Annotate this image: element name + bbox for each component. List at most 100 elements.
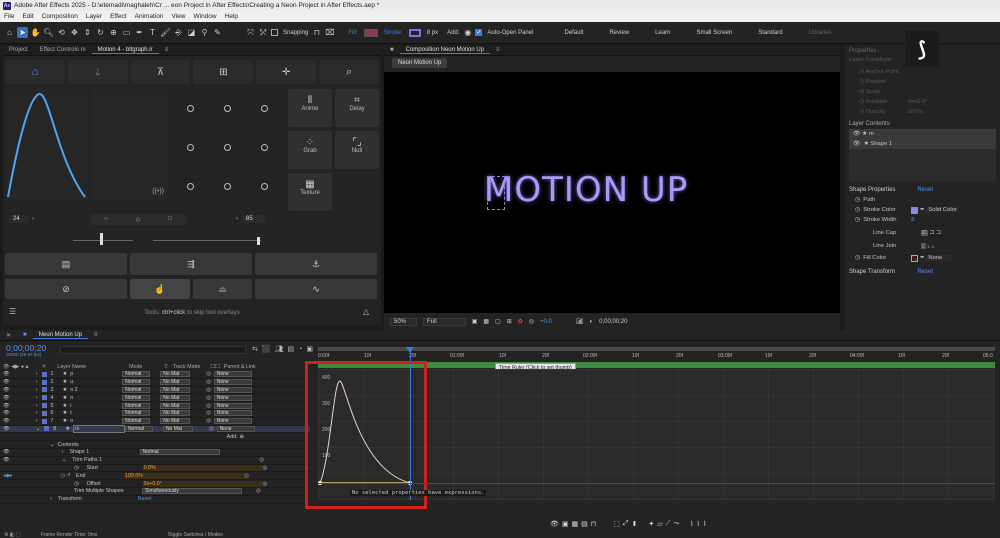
type-tool-icon[interactable]: T	[147, 27, 158, 38]
collapse-arrow-icon[interactable]: ⌄	[50, 442, 54, 448]
graph-editor[interactable]: 400 300 200 100 No selected properties h…	[305, 347, 995, 509]
label-color[interactable]	[41, 395, 47, 401]
layer-parent[interactable]: None	[213, 418, 252, 425]
contents-item[interactable]: 👁︎ ★ m	[849, 129, 996, 139]
eye-choose-icon[interactable]: 👁︎	[550, 520, 559, 528]
menu-help[interactable]: Help	[225, 13, 238, 20]
circle-icon[interactable]: ○	[104, 216, 108, 222]
pan-behind-icon[interactable]: ⊕	[108, 27, 119, 38]
contents-row[interactable]: ⌄ Contents	[0, 441, 310, 449]
ease-in-icon[interactable]: ⌇	[697, 520, 700, 528]
color-management-icon[interactable]: ✿	[518, 318, 523, 325]
layer-name[interactable]: n	[70, 395, 122, 401]
square-icon[interactable]: □	[168, 216, 172, 222]
layer-matte[interactable]: No Mat	[160, 394, 191, 401]
round-join-icon[interactable]: ⌞	[927, 243, 930, 249]
stopwatch-icon[interactable]: ◷	[855, 207, 860, 213]
stopwatch-icon[interactable]: ◷	[855, 197, 860, 203]
layer-parent[interactable]: None	[213, 394, 252, 401]
round-cap-icon[interactable]: ⊐	[929, 230, 934, 236]
layer-mode[interactable]: Normal	[124, 425, 153, 432]
selection-tool-icon[interactable]: ➤	[17, 27, 28, 38]
expand-arrow-icon[interactable]: ›	[36, 410, 38, 416]
stroke-width[interactable]: 8 px	[427, 30, 438, 36]
draft-3d-icon[interactable]: ⬛	[262, 345, 271, 353]
comp-subtab[interactable]: Neon Motion Up	[392, 58, 448, 68]
motion-grid-icon[interactable]: ⊞	[193, 60, 254, 84]
anchor-dot[interactable]	[224, 183, 231, 190]
layer-mode[interactable]: Normal	[122, 402, 151, 409]
workspace-small-screen[interactable]: Small Screen	[697, 30, 733, 36]
pickwhip-icon[interactable]: ◎	[263, 465, 268, 471]
excite-icon[interactable]: ⇶	[130, 253, 252, 275]
hold-icon[interactable]: ⏥	[657, 520, 662, 528]
layer-mode[interactable]: Normal	[122, 386, 151, 393]
prop-fill-color-value[interactable]: None	[926, 255, 953, 261]
snap-axis-icon[interactable]: ⤱	[258, 27, 269, 38]
anchor-point-marker[interactable]	[487, 176, 505, 210]
tab-project[interactable]: Project	[3, 47, 34, 53]
ease-slider-left-handle[interactable]	[100, 233, 103, 242]
prop-stroke-width-value[interactable]: 8	[911, 217, 914, 223]
sequence-icon[interactable]: ▤	[5, 253, 127, 275]
pan-camera-icon[interactable]: ✥	[69, 27, 80, 38]
snap-magnet-icon[interactable]: ⊓	[311, 27, 322, 38]
layer-mode[interactable]: Normal	[122, 410, 151, 417]
diamond-icon[interactable]: ◇	[136, 216, 141, 223]
influence-slider-right[interactable]	[153, 237, 261, 245]
rotate-tool-icon[interactable]: ↻	[95, 27, 106, 38]
shape-transform-reset[interactable]: Reset	[917, 269, 933, 275]
workspace-standard[interactable]: Standard	[758, 30, 782, 36]
expand-arrow-icon[interactable]: ›	[36, 418, 38, 424]
layer-mode[interactable]: Normal	[122, 394, 151, 401]
layer-name[interactable]: u	[70, 379, 122, 385]
layer-parent[interactable]: None	[213, 371, 252, 378]
graph-editor-icon[interactable]: ▣	[306, 345, 313, 353]
frame-blend-icon[interactable]: ▤	[287, 345, 294, 353]
texture-button[interactable]: ▦ Texture	[288, 173, 332, 211]
layer-name[interactable]: o	[70, 418, 122, 424]
layer-matte[interactable]: No Mat	[160, 371, 191, 378]
stopwatch-icon[interactable]: ◷	[74, 465, 79, 471]
expand-arrow-icon[interactable]: ›	[36, 371, 38, 377]
label-color[interactable]	[41, 379, 47, 385]
motion-home-icon[interactable]: ⌂	[5, 60, 65, 84]
expand-arrow-icon[interactable]: ›	[62, 449, 64, 455]
easy-ease-icon[interactable]: ⌇	[690, 520, 693, 528]
parent-pickwhip-icon[interactable]: ◎	[206, 371, 211, 377]
layer-parent[interactable]: None	[213, 379, 252, 386]
trim-end-row[interactable]: ◂◆▸ ◷ ⩘ End 100.0% ◎	[0, 472, 310, 481]
tab-motion[interactable]: Motion 4 - bltgraph.ir	[91, 47, 159, 54]
projecting-cap-icon[interactable]: ⊐	[936, 230, 941, 236]
snapshot-icon[interactable]: 📷︎	[576, 318, 584, 325]
guides-icon[interactable]: ⊞	[507, 318, 512, 325]
influence-slider[interactable]	[73, 237, 133, 245]
add-circle-icon[interactable]: ⊕	[240, 434, 244, 440]
stopwatch-icon[interactable]: ◷	[855, 255, 860, 261]
visibility-icon[interactable]: 👁︎	[3, 426, 10, 432]
quality-dropdown[interactable]: Full	[423, 317, 466, 326]
menu-animation[interactable]: Animation	[135, 13, 164, 20]
layer-matte[interactable]: No Mat	[160, 418, 191, 425]
hand-tool-icon[interactable]: ✋	[30, 27, 41, 38]
visibility-icon[interactable]: 👁︎	[3, 410, 10, 416]
menu-effect[interactable]: Effect	[110, 13, 127, 20]
add-button-icon[interactable]: ◉	[462, 27, 473, 38]
visibility-icon[interactable]: 👁︎	[3, 379, 10, 385]
expand-arrow-icon[interactable]: ›	[50, 496, 52, 502]
timeline-menu-icon[interactable]: ≡	[88, 332, 104, 338]
miter-join-icon[interactable]: ⌞	[921, 243, 926, 249]
layer-row-selected[interactable]: 👁︎ ⌄ 8 ★ m Normal No Mat ◎ None	[0, 424, 310, 434]
menu-view[interactable]: View	[172, 13, 186, 20]
layer-row[interactable]: 👁︎ › 1 ★ p Normal No Mat ◎ None	[0, 371, 310, 379]
layer-name[interactable]: p	[70, 371, 122, 377]
expand-arrow-icon[interactable]: ›	[36, 379, 38, 385]
shy-icon[interactable]: 👥︎	[275, 345, 284, 353]
motion-target-icon[interactable]: ✛	[256, 60, 317, 84]
ease-right-value[interactable]: 85	[242, 215, 266, 223]
pickwhip-icon[interactable]: ◎	[256, 488, 261, 494]
label-color[interactable]	[41, 371, 47, 377]
trim-start-row[interactable]: ◷ Start 0.0% ◎	[0, 464, 310, 473]
comp-menu-icon[interactable]: ≡	[490, 47, 506, 53]
parent-pickwhip-icon[interactable]: ◎	[206, 403, 211, 409]
